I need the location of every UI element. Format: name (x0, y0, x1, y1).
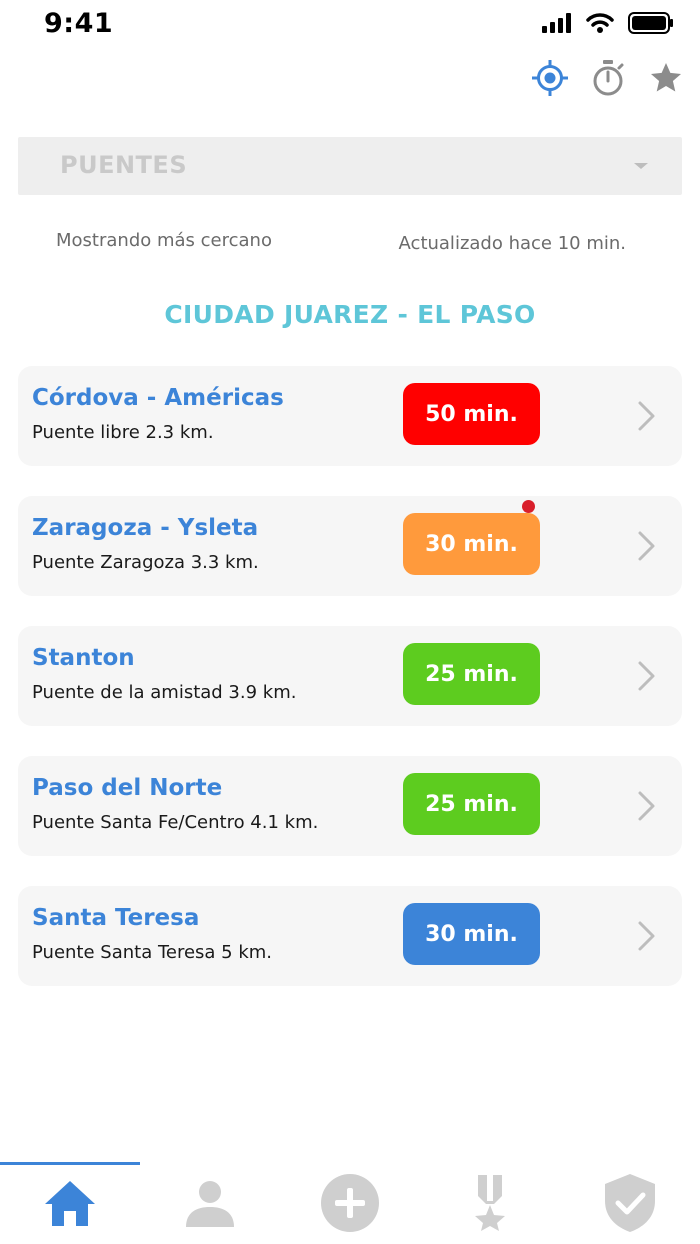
bridge-name: Zaragoza - Ysleta (32, 515, 259, 541)
locate-icon[interactable] (530, 58, 570, 98)
profile-icon (186, 1181, 234, 1227)
stopwatch-icon[interactable] (588, 58, 628, 98)
chevron-right-icon (638, 921, 655, 951)
wait-time-badge: 50 min. (403, 383, 540, 445)
bridge-name: Stanton (32, 645, 135, 671)
bridge-subtitle: Puente de la amistad 3.9 km. (32, 682, 297, 703)
bridge-subtitle: Puente libre 2.3 km. (32, 422, 214, 443)
bridge-name: Córdova - Américas (32, 385, 284, 411)
wait-time-badge: 25 min. (403, 643, 540, 705)
add-icon (321, 1174, 379, 1232)
nav-home[interactable] (0, 1162, 140, 1244)
bridge-name: Paso del Norte (32, 775, 223, 801)
chevron-right-icon (638, 661, 655, 691)
nav-profile[interactable] (140, 1162, 280, 1244)
bridge-card-santa-teresa[interactable]: Santa Teresa Puente Santa Teresa 5 km. 3… (18, 886, 682, 986)
nav-achievements[interactable] (420, 1162, 560, 1244)
category-dropdown[interactable]: PUENTES (18, 137, 682, 195)
notification-dot (522, 500, 535, 513)
caret-down-icon (634, 163, 648, 169)
nav-add[interactable] (280, 1162, 420, 1244)
bridge-card-cordova-americas[interactable]: Córdova - Américas Puente libre 2.3 km. … (18, 366, 682, 466)
chevron-right-icon (638, 791, 655, 821)
wait-time-badge: 25 min. (403, 773, 540, 835)
section-title: CIUDAD JUAREZ - EL PASO (164, 300, 536, 329)
wait-time-badge: 30 min. (403, 903, 540, 965)
shield-check-icon (605, 1174, 655, 1232)
bottom-navigation (0, 1162, 700, 1244)
bridge-card-paso-del-norte[interactable]: Paso del Norte Puente Santa Fe/Centro 4.… (18, 756, 682, 856)
wait-time-badge: 30 min. (403, 513, 540, 575)
cellular-signal-icon (542, 13, 572, 37)
bridge-subtitle: Puente Santa Teresa 5 km. (32, 942, 273, 963)
chevron-right-icon (638, 401, 655, 431)
star-icon[interactable] (646, 58, 686, 98)
status-icons (542, 12, 674, 38)
medal-icon (475, 1175, 505, 1231)
updated-time-text: Actualizado hace 10 min. (398, 233, 626, 254)
bridge-name: Santa Teresa (32, 905, 200, 931)
bridge-card-zaragoza-ysleta[interactable]: Zaragoza - Ysleta Puente Zaragoza 3.3 km… (18, 496, 682, 596)
nav-security[interactable] (560, 1162, 700, 1244)
showing-nearest-text: Mostrando más cercano (56, 230, 272, 251)
bridge-subtitle: Puente Zaragoza 3.3 km. (32, 552, 259, 573)
bridge-subtitle: Puente Santa Fe/Centro 4.1 km. (32, 812, 319, 833)
dropdown-selected-value: PUENTES (60, 151, 188, 179)
top-actions (530, 58, 686, 98)
status-time: 9:41 (44, 8, 114, 39)
wifi-icon (586, 13, 614, 37)
chevron-right-icon (638, 531, 655, 561)
status-bar: 9:41 (0, 0, 700, 50)
bridge-card-stanton[interactable]: Stanton Puente de la amistad 3.9 km. 25 … (18, 626, 682, 726)
home-icon (45, 1181, 95, 1226)
battery-icon (628, 12, 674, 38)
